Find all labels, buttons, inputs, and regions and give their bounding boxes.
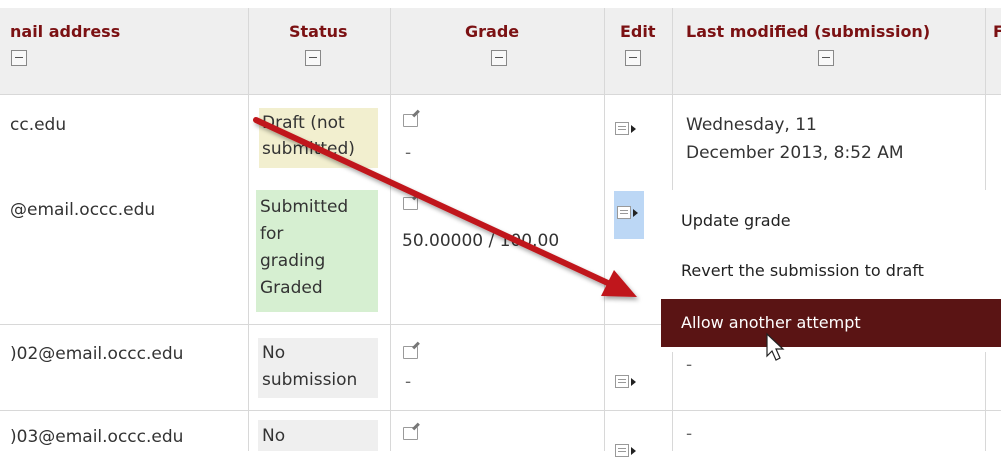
row-actions-menu-button[interactable] bbox=[612, 118, 640, 138]
collapse-email-icon[interactable] bbox=[11, 50, 27, 66]
edit-grade-icon[interactable] bbox=[403, 114, 418, 127]
last-modified-line: Wednesday, 11 bbox=[686, 115, 817, 135]
grade-value: - bbox=[405, 143, 412, 163]
email-cell: )02@email.occc.edu bbox=[10, 344, 184, 364]
column-header-last-modified[interactable]: Last modified (submission) bbox=[686, 22, 930, 41]
last-modified-value: - bbox=[686, 355, 693, 375]
collapse-grade-icon[interactable] bbox=[491, 50, 507, 66]
grade-actions-dropdown: Update grade Revert the submission to dr… bbox=[661, 190, 1001, 352]
grade-value: - bbox=[405, 372, 412, 392]
edit-grade-icon[interactable] bbox=[403, 427, 418, 440]
row-actions-menu-button[interactable] bbox=[612, 440, 640, 460]
status-badge: Draft (not submitted) bbox=[259, 108, 378, 168]
table-header: nail address Status Grade Edit Last modi… bbox=[0, 8, 1001, 95]
caret-right-icon bbox=[631, 447, 636, 455]
status-badge: No bbox=[258, 420, 378, 451]
email-cell: cc.edu bbox=[10, 115, 67, 135]
edit-grade-icon[interactable] bbox=[403, 197, 418, 210]
column-header-grade[interactable]: Grade bbox=[465, 22, 519, 41]
menu-item-allow-another-attempt[interactable]: Allow another attempt bbox=[661, 299, 1001, 347]
column-header-status[interactable]: Status bbox=[289, 22, 348, 41]
menu-item-update-grade[interactable]: Update grade bbox=[661, 197, 1001, 245]
row-actions-menu-button[interactable] bbox=[614, 191, 644, 239]
column-header-next[interactable]: F bbox=[993, 22, 1001, 41]
email-cell: @email.occc.edu bbox=[10, 200, 156, 220]
row-actions-menu-button[interactable] bbox=[612, 371, 640, 391]
last-modified-line: December 2013, 8:52 AM bbox=[686, 143, 904, 163]
caret-right-icon bbox=[631, 125, 636, 133]
collapse-edit-icon[interactable] bbox=[625, 50, 641, 66]
caret-right-icon bbox=[631, 378, 636, 386]
edit-grade-icon[interactable] bbox=[403, 346, 418, 359]
table-icon bbox=[615, 375, 629, 388]
caret-right-icon bbox=[633, 209, 638, 217]
last-modified-value: - bbox=[686, 424, 693, 444]
menu-item-revert-to-draft[interactable]: Revert the submission to draft bbox=[661, 247, 1001, 295]
collapse-last-modified-icon[interactable] bbox=[818, 50, 834, 66]
column-divider bbox=[604, 8, 605, 451]
row-divider bbox=[0, 410, 1001, 411]
table-icon bbox=[615, 122, 629, 135]
table-icon bbox=[617, 206, 631, 219]
column-divider bbox=[390, 8, 391, 451]
column-header-edit: Edit bbox=[620, 22, 656, 41]
collapse-status-icon[interactable] bbox=[305, 50, 321, 66]
email-cell: )03@email.occc.edu bbox=[10, 427, 184, 447]
column-divider bbox=[248, 8, 249, 451]
status-badge: No submission bbox=[258, 338, 378, 398]
column-header-email[interactable]: nail address bbox=[10, 22, 120, 41]
grade-value: 50.00000 / 100.00 bbox=[402, 231, 560, 251]
status-badge: Submitted for grading Graded bbox=[256, 190, 378, 312]
top-strip bbox=[0, 0, 1001, 8]
